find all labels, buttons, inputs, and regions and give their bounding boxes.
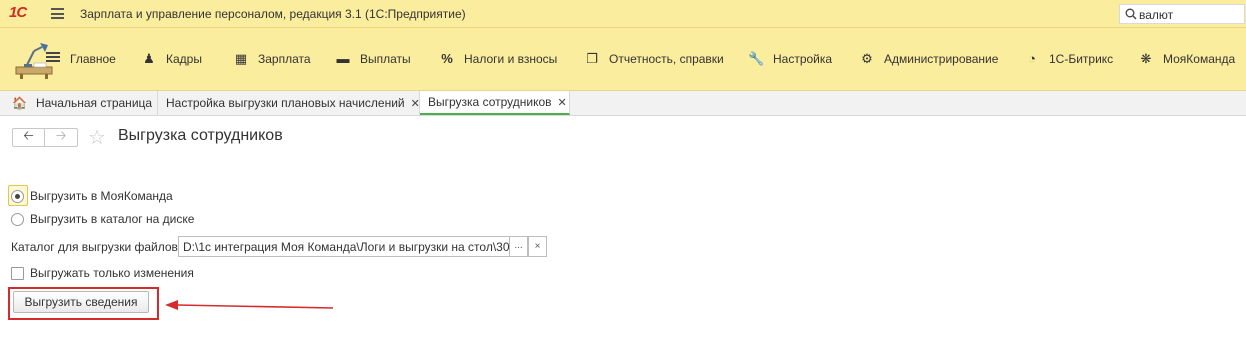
- sections-panel: Главное ♟ Кадры ▦ Зарплата ▬ Выплаты % Н…: [0, 28, 1246, 91]
- gear-icon: ⚙: [861, 51, 873, 66]
- section-label: Отчетность, справки: [609, 52, 724, 66]
- section-payments[interactable]: ▬ Выплаты: [335, 51, 411, 67]
- calculator-icon: ▦: [234, 51, 248, 66]
- team-icon: ❋: [1140, 51, 1152, 66]
- radio-label: Выгрузить в каталог на диске: [30, 212, 195, 226]
- page-title: Выгрузка сотрудников: [118, 127, 283, 144]
- section-label: МояКоманда: [1163, 52, 1236, 66]
- back-arrow-icon[interactable]: 🡠: [13, 128, 45, 146]
- section-label: Администрирование: [884, 52, 999, 66]
- section-myteam[interactable]: ❋ МояКоманда: [1138, 51, 1236, 67]
- app-logo[interactable]: 1С: [9, 4, 27, 21]
- search-value: валют: [1139, 8, 1174, 22]
- bitrix-icon: ◔: [1028, 51, 1036, 66]
- only-changes-checkbox[interactable]: [11, 266, 24, 280]
- section-label: Настройка: [773, 52, 833, 66]
- navigation-buttons: 🡠 🡢: [12, 128, 78, 147]
- section-main[interactable]: Главное: [45, 51, 116, 67]
- percent-icon: %: [441, 51, 453, 66]
- section-reports[interactable]: ❐ Отчетность, справки: [584, 51, 724, 67]
- section-bitrix[interactable]: ◔ 1С-Битрикс: [1024, 51, 1113, 67]
- annotation-arrow: [165, 300, 334, 310]
- section-label: Кадры: [166, 52, 202, 66]
- clear-folder-button[interactable]: ×: [528, 236, 547, 257]
- search-icon: [1125, 8, 1137, 20]
- radio-button-checked[interactable]: [11, 189, 24, 203]
- section-label: Зарплата: [258, 52, 311, 66]
- open-windows-tabs: 🏠 Начальная страница Настройка выгрузки …: [0, 91, 1246, 116]
- forward-arrow-icon[interactable]: 🡢: [45, 128, 77, 146]
- tab-employee-export[interactable]: Выгрузка сотрудников ✕: [420, 91, 570, 115]
- export-data-button[interactable]: Выгрузить сведения: [13, 291, 149, 313]
- only-changes-option[interactable]: Выгружать только изменения: [11, 266, 194, 280]
- radio-export-myteam[interactable]: Выгрузить в МояКоманда: [11, 189, 173, 203]
- wrench-icon: 🔧: [748, 51, 765, 66]
- section-administration[interactable]: ⚙ Администрирование: [859, 51, 998, 67]
- section-label: Выплаты: [360, 52, 411, 66]
- tab-planned-accruals-settings[interactable]: Настройка выгрузки плановых начислений ✕: [158, 91, 420, 115]
- tab-home[interactable]: 🏠 Начальная страница: [0, 91, 158, 115]
- tab-label: Настройка выгрузки плановых начислений: [166, 96, 405, 110]
- close-tab-icon[interactable]: ✕: [411, 97, 420, 110]
- people-icon: ♟: [143, 51, 155, 66]
- favorite-star-icon[interactable]: ☆: [88, 125, 106, 150]
- folder-label: Каталог для выгрузки файлов:: [11, 240, 182, 254]
- section-label: Главное: [70, 52, 116, 66]
- radio-label: Выгрузить в МояКоманда: [30, 189, 173, 203]
- section-taxes[interactable]: % Налоги и взносы: [439, 51, 557, 67]
- app-title: Зарплата и управление персоналом, редакц…: [80, 7, 466, 21]
- tab-label: Начальная страница: [35, 96, 153, 110]
- section-settings[interactable]: 🔧 Настройка: [748, 51, 832, 67]
- section-hr[interactable]: ♟ Кадры: [141, 51, 202, 67]
- folder-path-input[interactable]: D:\1с интеграция Моя Команда\Логи и выгр…: [178, 236, 510, 257]
- radio-export-disk[interactable]: Выгрузить в каталог на диске: [11, 212, 194, 226]
- wallet-icon: ▬: [336, 51, 350, 66]
- only-changes-label: Выгружать только изменения: [30, 266, 194, 280]
- section-label: Налоги и взносы: [464, 52, 558, 66]
- radio-button[interactable]: [11, 212, 24, 226]
- search-input[interactable]: валют: [1119, 4, 1245, 24]
- documents-icon: ❐: [586, 51, 598, 66]
- home-icon: 🏠: [12, 96, 27, 110]
- menu-list-icon: [45, 51, 61, 67]
- section-label: 1С-Битрикс: [1049, 52, 1114, 66]
- section-salary[interactable]: ▦ Зарплата: [233, 51, 311, 67]
- choose-folder-button[interactable]: ...: [509, 236, 528, 257]
- hamburger-menu-icon[interactable]: [51, 8, 64, 19]
- title-bar: 1С Зарплата и управление персоналом, ред…: [0, 0, 1246, 28]
- tab-label: Выгрузка сотрудников: [428, 95, 552, 109]
- close-tab-icon[interactable]: ✕: [558, 96, 567, 109]
